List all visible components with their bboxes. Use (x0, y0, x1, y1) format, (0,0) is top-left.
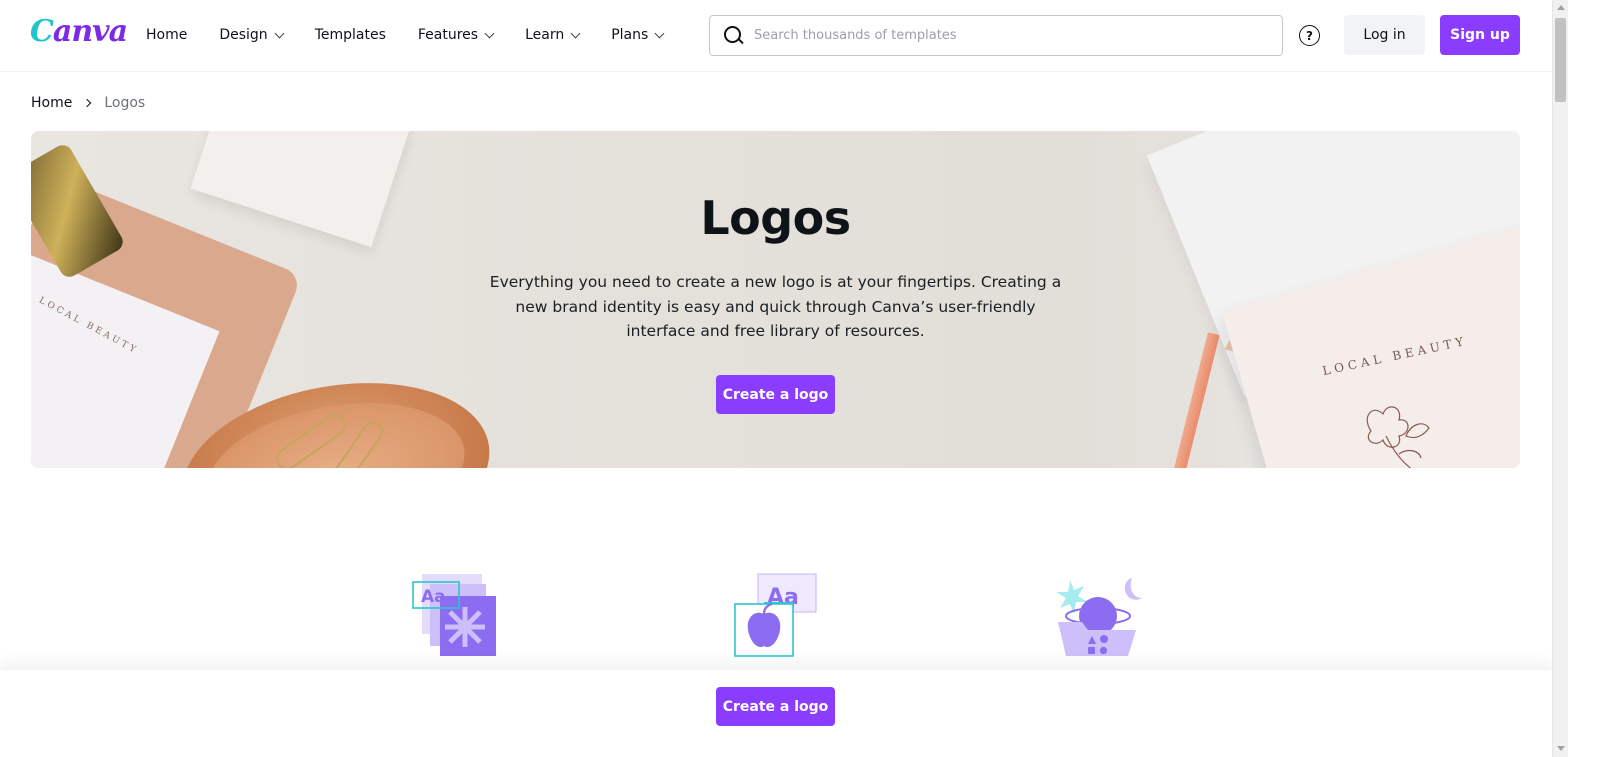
main-nav: Home Design Templates Features Learn Pla… (130, 0, 679, 70)
graphics-folder-icon (1056, 578, 1142, 656)
brand-assets-icon: Aa (734, 573, 817, 657)
search-icon (724, 25, 744, 46)
login-button[interactable]: Log in (1344, 15, 1425, 55)
canva-logo[interactable]: Canva (30, 14, 128, 49)
typography-layers-icon: Aa (412, 574, 496, 656)
nav-learn[interactable]: Learn (509, 15, 595, 55)
help-icon[interactable]: ? (1299, 25, 1320, 46)
nav-plans-label: Plans (611, 27, 649, 43)
top-navigation-bar: Canva Home Design Templates Features Lea… (0, 0, 1552, 72)
nav-templates-label: Templates (314, 27, 386, 43)
nav-home[interactable]: Home (130, 15, 203, 55)
chevron-down-icon (654, 28, 665, 38)
nav-design-label: Design (219, 27, 268, 43)
chevron-down-icon (274, 28, 285, 38)
nav-home-label: Home (146, 27, 188, 43)
search-bar[interactable] (709, 15, 1283, 56)
nav-design[interactable]: Design (203, 15, 298, 55)
create-logo-button[interactable]: Create a logo (716, 375, 835, 414)
breadcrumb: Home Logos (31, 95, 145, 111)
page-title: Logos (700, 191, 851, 245)
create-logo-sticky-button[interactable]: Create a logo (716, 687, 835, 726)
search-input[interactable] (754, 28, 1254, 43)
nav-templates[interactable]: Templates (299, 15, 402, 55)
breadcrumb-current: Logos (104, 95, 146, 111)
page-scrollbar[interactable] (1552, 0, 1568, 757)
scroll-down-arrow-icon[interactable] (1557, 746, 1565, 751)
sticky-cta-bar: Create a logo (0, 670, 1552, 757)
chevron-down-icon (570, 28, 581, 38)
nav-plans[interactable]: Plans (595, 15, 679, 55)
features-row: Aa Aa (0, 560, 1552, 670)
aa-glyph: Aa (421, 587, 446, 607)
chevron-right-icon (83, 98, 92, 108)
hero-description: Everything you need to create a new logo… (489, 273, 1062, 340)
nav-features[interactable]: Features (402, 15, 509, 55)
scroll-up-arrow-icon[interactable] (1557, 5, 1565, 10)
signup-button[interactable]: Sign up (1440, 15, 1520, 55)
breadcrumb-home-link[interactable]: Home (31, 95, 72, 111)
decorative-pencil (1164, 332, 1220, 468)
hero-banner: LOCAL BEAUTY LOCAL BEAUTY Logos Everythi… (31, 131, 1520, 468)
nav-features-label: Features (417, 27, 479, 43)
scrollbar-thumb[interactable] (1555, 18, 1566, 102)
chevron-down-icon (484, 28, 495, 38)
nav-learn-label: Learn (525, 27, 565, 43)
